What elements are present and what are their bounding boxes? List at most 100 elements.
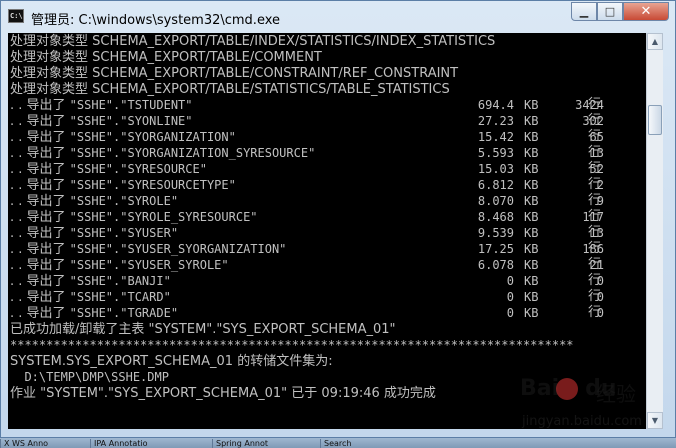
export-row: . . 导出了 "SSHE"."SYROLE_SYRESOURCE" 8.468 K… (10, 209, 640, 225)
export-prefix: . . 导出了 (10, 178, 70, 193)
export-row: . . 导出了 "SSHE"."SYORGANIZATION" 15.42 KB 65… (10, 129, 640, 145)
table-size: 8.070 (477, 194, 514, 208)
table-name: "SSHE"."TCARD" (69, 290, 171, 304)
size-unit: KB (524, 162, 539, 176)
table-name: "SSHE"."SYORGANIZATION_SYRESOURCE" (69, 146, 316, 160)
minimize-icon: ▁ (579, 5, 589, 18)
console-line: 处理对象类型 SCHEMA_EXPORT/TABLE/CONSTRAINT/RE… (10, 66, 459, 81)
table-size: 0 (506, 306, 514, 320)
rows-suffix: 行 (588, 241, 602, 256)
title-bar[interactable]: C:\ 管理员: C:\windows\system32\cmd.exe ▁ □… (1, 1, 675, 33)
export-row: . . 导出了 "SSHE"."TSTUDENT" 694.4 KB 3424 行 (10, 97, 640, 113)
rows-suffix: 行 (588, 209, 602, 224)
vertical-scrollbar[interactable]: ▲ ▼ (646, 33, 663, 429)
export-row: . . 导出了 "SSHE"."BANJI" 0 KB 0 行 (10, 273, 640, 289)
table-name: "SSHE"."SYRESOURCETYPE" (69, 178, 236, 192)
table-size: 17.25 (477, 242, 514, 256)
table-name: "SSHE"."TGRADE" (69, 306, 179, 320)
export-row: . . 导出了 "SSHE"."SYONLINE" 27.23 KB 302 行 (10, 113, 640, 129)
table-name: "SSHE"."SYUSER_SYORGANIZATION" (69, 242, 287, 256)
table-size: 0 (506, 290, 514, 304)
size-unit: KB (524, 146, 539, 160)
maximize-icon: □ (604, 5, 616, 18)
export-prefix: . . 导出了 (10, 306, 70, 321)
size-unit: KB (524, 130, 539, 144)
rows-suffix: 行 (588, 273, 602, 288)
table-size: 694.4 (477, 98, 514, 112)
export-row: . . 导出了 "SSHE"."SYROLE" 8.070 KB 9 行 (10, 193, 640, 209)
scroll-up-button[interactable]: ▲ (647, 33, 663, 50)
export-prefix: . . 导出了 (10, 210, 70, 225)
console-output[interactable]: 处理对象类型 SCHEMA_EXPORT/TABLE/INDEX/STATIST… (8, 33, 646, 429)
rows-suffix: 行 (588, 289, 602, 304)
table-size: 27.23 (477, 114, 514, 128)
export-prefix: . . 导出了 (10, 242, 70, 257)
maximize-button[interactable]: □ (597, 2, 623, 21)
table-size: 8.468 (477, 210, 514, 224)
export-prefix: . . 导出了 (10, 98, 70, 113)
export-prefix: . . 导出了 (10, 226, 70, 241)
rows-suffix: 行 (588, 145, 602, 160)
taskbar-item[interactable]: X WS Anno (0, 439, 90, 448)
console-line: 已成功加载/卸载了主表 "SYSTEM"."SYS_EXPORT_SCHEMA_… (10, 322, 396, 337)
separator-line: ****************************************… (10, 338, 574, 352)
arrow-up-icon: ▲ (651, 37, 659, 46)
table-name: "SSHE"."TSTUDENT" (69, 98, 193, 112)
table-name: "SSHE"."SYONLINE" (69, 114, 193, 128)
size-unit: KB (524, 98, 539, 112)
table-size: 5.593 (477, 146, 514, 160)
table-size: 0 (506, 274, 514, 288)
export-row: . . 导出了 "SSHE"."SYUSER" 9.539 KB 13 行 (10, 225, 640, 241)
rows-suffix: 行 (588, 193, 602, 208)
size-unit: KB (524, 226, 539, 240)
export-row: . . 导出了 "SSHE"."SYRESOURCE" 15.03 KB 52 行 (10, 161, 640, 177)
close-button[interactable]: ✕ (623, 2, 669, 21)
size-unit: KB (524, 210, 539, 224)
table-size: 9.539 (477, 226, 514, 240)
size-unit: KB (524, 290, 539, 304)
export-prefix: . . 导出了 (10, 290, 70, 305)
export-row: . . 导出了 "SSHE"."SYUSER_SYORGANIZATION" 17… (10, 241, 640, 257)
close-icon: ✕ (640, 4, 652, 19)
table-size: 15.42 (477, 130, 514, 144)
rows-suffix: 行 (588, 97, 602, 112)
size-unit: KB (524, 274, 539, 288)
table-size: 15.03 (477, 162, 514, 176)
export-prefix: . . 导出了 (10, 258, 70, 273)
taskbar-item[interactable]: Search (320, 439, 384, 448)
size-unit: KB (524, 114, 539, 128)
table-name: "SSHE"."SYROLE_SYRESOURCE" (69, 210, 258, 224)
cmd-app-icon[interactable]: C:\ (8, 9, 24, 23)
table-name: "SSHE"."SYUSER" (69, 226, 179, 240)
table-name: "SSHE"."SYORGANIZATION" (69, 130, 236, 144)
scrollbar-thumb[interactable] (648, 105, 662, 135)
table-size: 6.078 (477, 258, 514, 272)
export-prefix: . . 导出了 (10, 194, 70, 209)
table-name: "SSHE"."SYRESOURCE" (69, 162, 207, 176)
table-name: "SSHE"."BANJI" (69, 274, 171, 288)
paw-logo-icon (556, 378, 578, 400)
console-line: 处理对象类型 SCHEMA_EXPORT/TABLE/STATISTICS/TA… (10, 82, 450, 97)
minimize-button[interactable]: ▁ (571, 2, 597, 21)
size-unit: KB (524, 306, 539, 320)
size-unit: KB (524, 242, 539, 256)
console-line: 作业 "SYSTEM"."SYS_EXPORT_SCHEMA_01" 已于 09… (10, 386, 436, 401)
cmd-window: C:\ 管理员: C:\windows\system32\cmd.exe ▁ □… (0, 0, 676, 438)
export-prefix: . . 导出了 (10, 146, 70, 161)
rows-suffix: 行 (588, 257, 602, 272)
table-name: "SSHE"."SYROLE" (69, 194, 179, 208)
taskbar-item[interactable]: Spring Annot (212, 439, 312, 448)
export-row: . . 导出了 "SSHE"."TCARD" 0 KB 0 行 (10, 289, 640, 305)
rows-suffix: 行 (588, 305, 602, 320)
console-line: SYSTEM.SYS_EXPORT_SCHEMA_01 的转储文件集为: (10, 354, 333, 369)
taskbar-item[interactable]: IPA Annotatio (90, 439, 190, 448)
dump-path-line: D:\TEMP\DMP\SSHE.DMP (10, 370, 169, 384)
size-unit: KB (524, 194, 539, 208)
watermark-cn: 经验 (596, 382, 636, 406)
export-prefix: . . 导出了 (10, 114, 70, 129)
caption-buttons: ▁ □ ✕ (571, 2, 669, 22)
baidu-jingyan-watermark: Bai du 经验 jingyan.baidu.com (520, 376, 670, 440)
rows-suffix: 行 (588, 177, 602, 192)
table-name: "SSHE"."SYUSER_SYROLE" (69, 258, 229, 272)
size-unit: KB (524, 178, 539, 192)
